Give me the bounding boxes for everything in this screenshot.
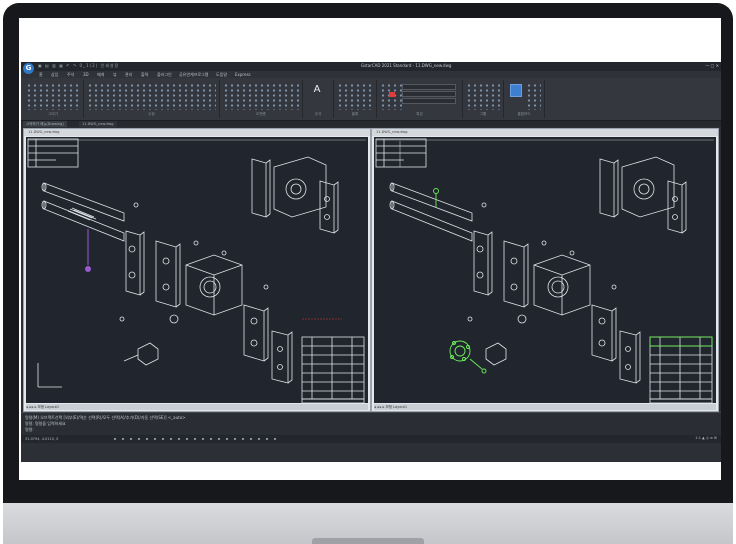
- viewport-window-controls[interactable]: –▢✕: [341, 130, 368, 147]
- ribbon-tab-express[interactable]: Express: [235, 72, 251, 77]
- viewport-title: 11.DWG_new.dwg: [24, 129, 370, 136]
- viewport-window-controls[interactable]: –▢✕: [689, 130, 716, 147]
- viewport-title: 11.DWG_new.dwg: [372, 129, 718, 136]
- ribbon-panel-modify: 수정: [84, 80, 220, 118]
- monitor-stand: [312, 538, 424, 544]
- document-tab-active[interactable]: 11.DWG_new.dwg: [79, 121, 117, 127]
- ribbon-panel-group: 그룹: [463, 80, 504, 118]
- panel-label: 수정: [148, 112, 155, 116]
- ribbon: 그리기 수정 도면층 A 주석 블록 특성 그룹 클립보드: [21, 78, 721, 121]
- cad-drawing-right: [375, 138, 714, 403]
- block-tools-icons[interactable]: [337, 83, 373, 110]
- drafting-toggle-buttons[interactable]: [111, 436, 281, 442]
- viewport-left: 11.DWG_new.dwg –▢✕: [23, 128, 371, 412]
- layout-tabs[interactable]: ◂ ◂ ▸ ▸ 모형 Layout1: [374, 404, 716, 410]
- text-tool-icon[interactable]: A: [312, 84, 322, 95]
- ribbon-panel-annotation: A 주석: [303, 80, 334, 118]
- ribbon-panel-properties: 특성: [377, 80, 463, 118]
- cad-application-window: G ▣ ▤ ▥ ▦ ↶ ↷ 0_1(2) 인쇄설정 GstarCAD 2021 …: [21, 62, 721, 462]
- color-swatch: [389, 92, 395, 97]
- drawing-canvas-left[interactable]: [26, 137, 368, 403]
- panel-label: 그리기: [48, 112, 58, 116]
- layout-tabs[interactable]: ◂ ◂ ▸ ▸ 모형 Layout1: [26, 404, 368, 410]
- window-title: GstarCAD 2021 Standard - 11.DWG_new.dwg: [361, 63, 452, 68]
- ribbon-tab-bar: 홈 삽입 주석 3D 매개 뷰 관리 출력 플러그인 공유연계프로그램 도움말 …: [21, 71, 721, 78]
- color-dropdown[interactable]: [402, 84, 456, 90]
- command-input[interactable]: 명령:: [25, 427, 34, 433]
- drawing-canvas-right[interactable]: [374, 137, 716, 403]
- linetype-dropdown[interactable]: [402, 91, 456, 97]
- modify-tools-icons[interactable]: [87, 83, 216, 110]
- status-right-tools[interactable]: 1:1 ▲ ◎ ≡ ⊞: [695, 436, 717, 440]
- cad-drawing-left: [27, 138, 366, 403]
- title-bar: G ▣ ▤ ▥ ▦ ↶ ↷ 0_1(2) 인쇄설정 GstarCAD 2021 …: [21, 62, 721, 74]
- group-tools-icons[interactable]: [466, 83, 500, 110]
- panel-label: 주석: [314, 112, 322, 116]
- command-window: 명령(M) 오브젝트선택 [외부(E)/역순 선택(R)/모두 선택(A)/추가…: [21, 412, 721, 435]
- viewport-right: 11.DWG_new.dwg –▢✕: [371, 128, 719, 412]
- window-controls[interactable]: — ▢ ✕: [705, 63, 719, 68]
- paste-icon[interactable]: [510, 84, 522, 97]
- panel-label: 특성: [416, 112, 423, 116]
- quick-access-toolbar[interactable]: ▣ ▤ ▥ ▦ ↶ ↷ 0_1(2) 인쇄설정: [38, 63, 119, 69]
- panel-label: 클립보드: [517, 112, 531, 116]
- ribbon-panel-layers: 도면층: [220, 80, 303, 118]
- clipboard-tools-icons[interactable]: [526, 83, 541, 110]
- panel-label: 블록: [351, 112, 359, 116]
- app-logo-icon[interactable]: G: [23, 63, 34, 74]
- coordinate-readout: 31.0794, 4.0110, 0: [25, 437, 59, 441]
- ribbon-panel-clipboard: 클립보드: [504, 80, 545, 118]
- draw-tools-icons[interactable]: [26, 83, 80, 110]
- ribbon-tab-3d[interactable]: 3D: [83, 72, 89, 77]
- ribbon-panel-draw: 그리기: [23, 80, 84, 118]
- panel-label: 도면층: [256, 112, 266, 116]
- monitor-screen: G ▣ ▤ ▥ ▦ ↶ ↷ 0_1(2) 인쇄설정 GstarCAD 2021 …: [19, 18, 721, 480]
- status-bar: 31.0794, 4.0110, 0 1:1 ▲ ◎ ≡ ⊞: [21, 435, 721, 443]
- document-tab-bar: 시작하기 메뉴(Drawing) 11.DWG_new.dwg: [21, 121, 721, 127]
- layer-tools-icons[interactable]: [223, 83, 299, 110]
- ribbon-panel-block: 블록: [334, 80, 377, 118]
- panel-label: 그룹: [479, 112, 487, 116]
- lineweight-dropdown[interactable]: [402, 98, 456, 104]
- document-tab-start[interactable]: 시작하기 메뉴(Drawing): [23, 121, 67, 127]
